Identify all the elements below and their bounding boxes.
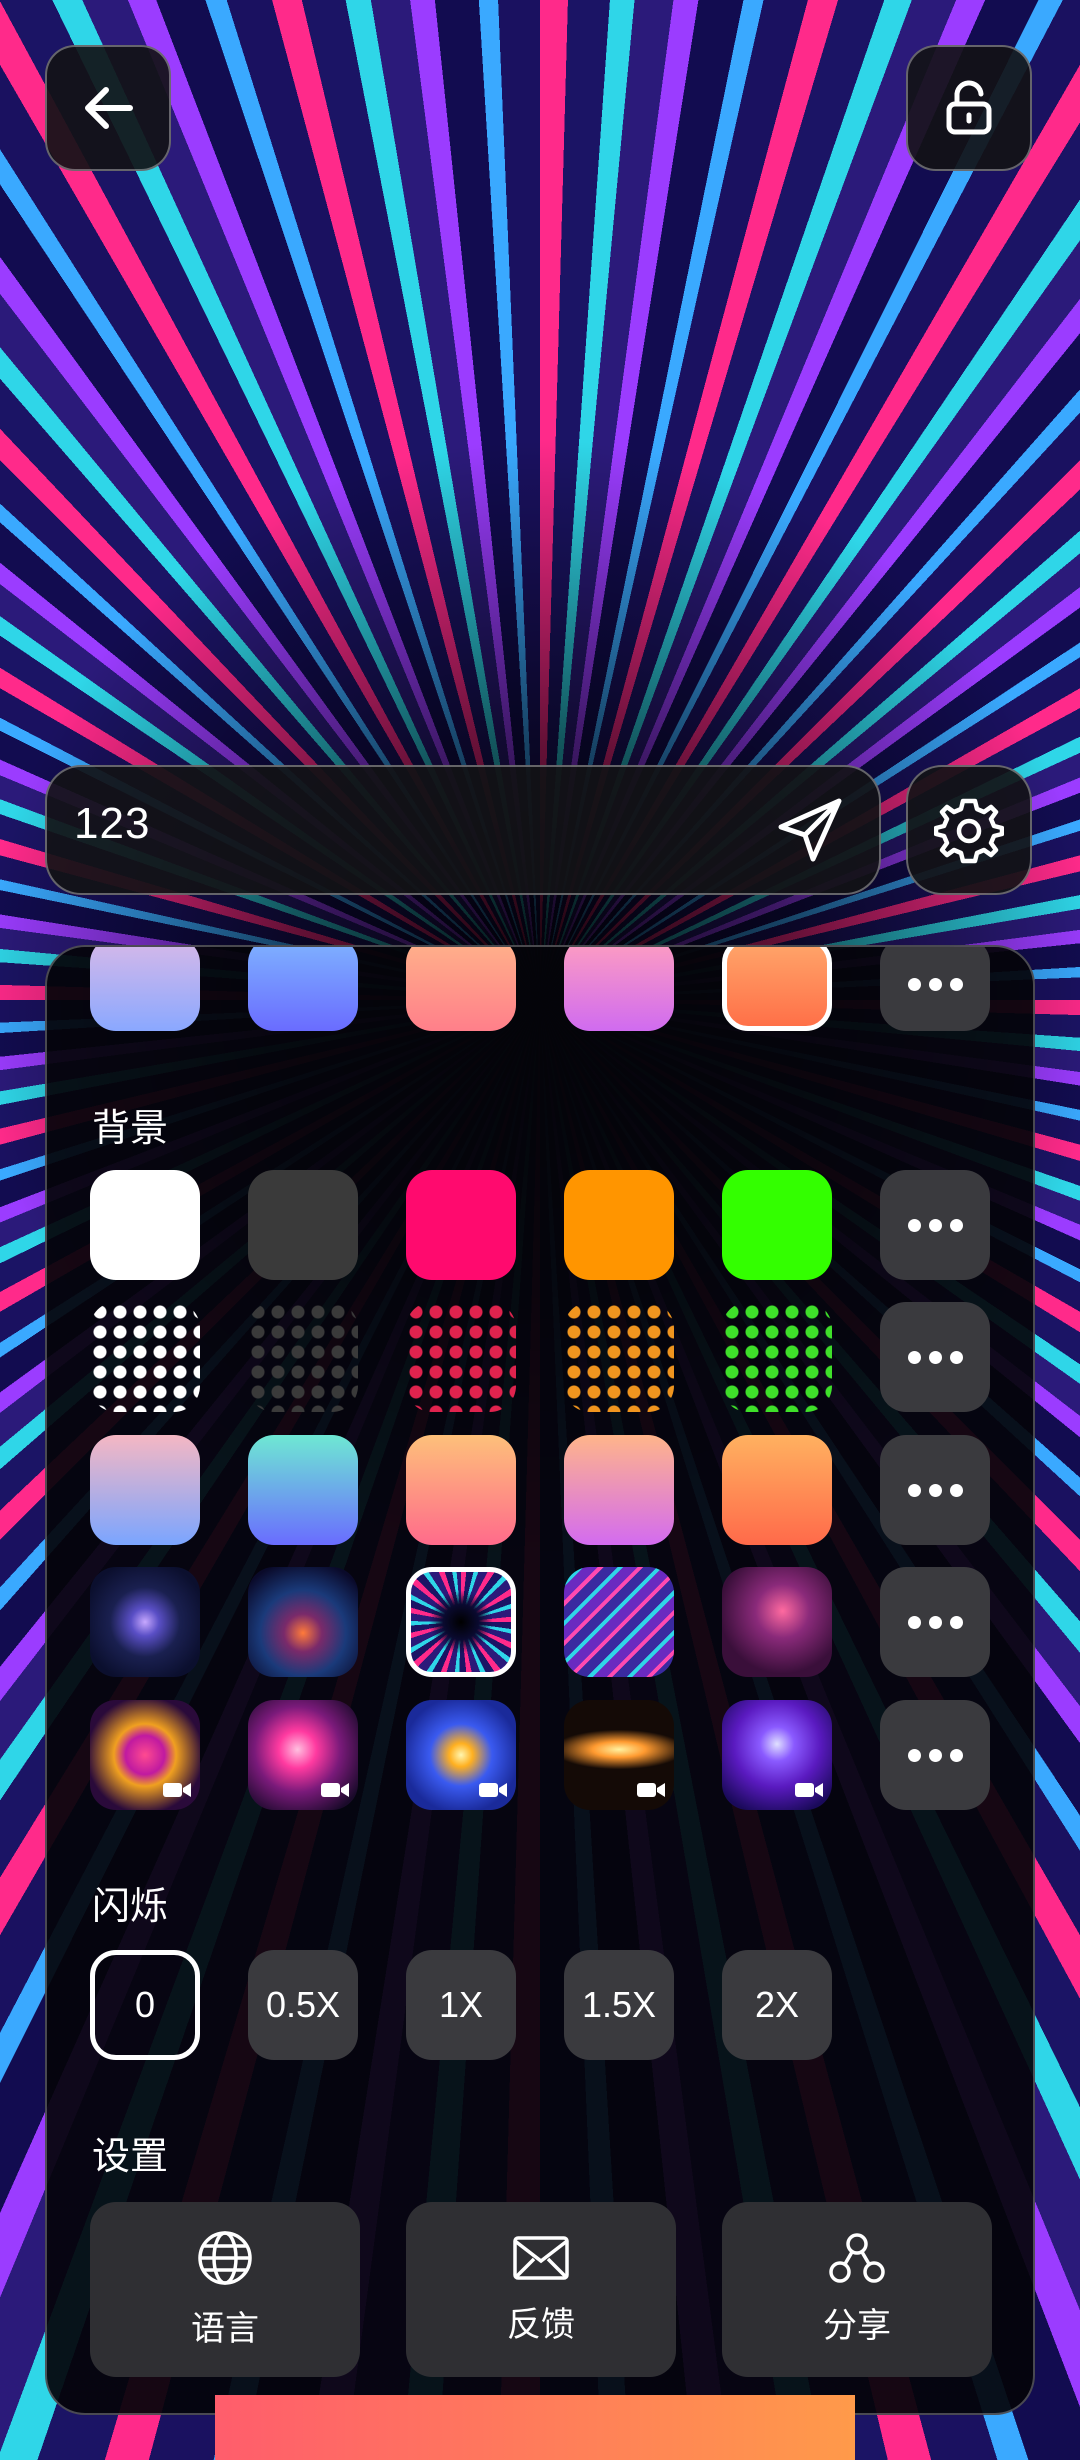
- bg-dots-gray[interactable]: [248, 1302, 358, 1412]
- bg-solid-gray[interactable]: [248, 1170, 358, 1280]
- flash-option-0[interactable]: 0: [90, 1950, 200, 2060]
- share-button[interactable]: 分享: [722, 2202, 992, 2377]
- style-panel: 背景 闪烁 0 0.5X 1X 1.5X 2X 设置 语言 反馈 分享: [45, 945, 1035, 2415]
- bg-animation-thumbnail[interactable]: [564, 1567, 674, 1677]
- video-camera-icon: [163, 1783, 191, 1797]
- bg-gradient-swatch[interactable]: [90, 1435, 200, 1545]
- back-button[interactable]: [45, 45, 171, 171]
- more-dots-icon: [907, 1218, 963, 1232]
- text-input-bar[interactable]: 123: [45, 765, 881, 895]
- bg-animation-thumbnail[interactable]: [90, 1567, 200, 1677]
- bg-dots-white[interactable]: [90, 1302, 200, 1412]
- more-dotted-backgrounds-button[interactable]: [880, 1302, 990, 1412]
- bg-video-thumbnail[interactable]: [248, 1700, 358, 1810]
- bg-gradient-swatch[interactable]: [406, 1435, 516, 1545]
- bg-solid-orange[interactable]: [564, 1170, 674, 1280]
- bg-video-thumbnail[interactable]: [564, 1700, 674, 1810]
- bottom-color-strip: [215, 2395, 855, 2460]
- bg-solid-white[interactable]: [90, 1170, 200, 1280]
- more-animated-backgrounds-button[interactable]: [880, 1567, 990, 1677]
- more-solid-backgrounds-button[interactable]: [880, 1170, 990, 1280]
- bg-animation-thumbnail[interactable]: [248, 1567, 358, 1677]
- video-camera-icon: [321, 1783, 349, 1797]
- language-button[interactable]: 语言: [90, 2202, 360, 2377]
- text-input[interactable]: 123: [74, 799, 150, 849]
- language-label: 语言: [191, 2309, 259, 2349]
- video-camera-icon: [637, 1783, 665, 1797]
- bg-video-thumbnail[interactable]: [406, 1700, 516, 1810]
- text-color-swatch[interactable]: [90, 947, 200, 1031]
- bg-dots-green[interactable]: [722, 1302, 832, 1412]
- more-dots-icon: [907, 1483, 963, 1497]
- bg-video-thumbnail[interactable]: [722, 1700, 832, 1810]
- arrow-left-icon: [85, 87, 133, 129]
- share-icon: [829, 2233, 885, 2283]
- more-dots-icon: [907, 1615, 963, 1629]
- unlock-icon: [946, 80, 992, 135]
- lock-button[interactable]: [906, 45, 1032, 171]
- feedback-button[interactable]: 反馈: [406, 2202, 676, 2377]
- text-color-swatch[interactable]: [248, 947, 358, 1031]
- more-text-colors-button[interactable]: [880, 947, 990, 1031]
- more-gradient-backgrounds-button[interactable]: [880, 1435, 990, 1545]
- bg-animation-thumbnail-selected[interactable]: [406, 1567, 516, 1677]
- flash-option-0.5x[interactable]: 0.5X: [248, 1950, 358, 2060]
- bg-dots-orange[interactable]: [564, 1302, 674, 1412]
- text-color-swatch[interactable]: [564, 947, 674, 1031]
- settings-button[interactable]: [906, 765, 1032, 895]
- more-video-backgrounds-button[interactable]: [880, 1700, 990, 1810]
- gear-icon: [934, 798, 1004, 864]
- video-camera-icon: [795, 1783, 823, 1797]
- text-color-swatch-selected[interactable]: [722, 947, 832, 1031]
- bg-video-thumbnail[interactable]: [90, 1700, 200, 1810]
- bg-solid-green[interactable]: [722, 1170, 832, 1280]
- background-section-title: 背景: [92, 1106, 169, 1150]
- bg-animation-thumbnail[interactable]: [722, 1567, 832, 1677]
- flash-option-1x[interactable]: 1X: [406, 1950, 516, 2060]
- video-camera-icon: [479, 1783, 507, 1797]
- bg-dots-red[interactable]: [406, 1302, 516, 1412]
- settings-section-title: 设置: [92, 2134, 169, 2178]
- bg-gradient-swatch[interactable]: [248, 1435, 358, 1545]
- text-color-swatch[interactable]: [406, 947, 516, 1031]
- bg-solid-pink[interactable]: [406, 1170, 516, 1280]
- more-dots-icon: [907, 1350, 963, 1364]
- globe-icon: [198, 2231, 252, 2285]
- feedback-label: 反馈: [507, 2305, 575, 2345]
- more-dots-icon: [907, 1748, 963, 1762]
- bg-gradient-swatch[interactable]: [564, 1435, 674, 1545]
- flash-option-2x[interactable]: 2X: [722, 1950, 832, 2060]
- mail-icon: [513, 2236, 569, 2280]
- more-dots-icon: [907, 977, 963, 991]
- flash-option-1.5x[interactable]: 1.5X: [564, 1950, 674, 2060]
- bg-gradient-swatch[interactable]: [722, 1435, 832, 1545]
- send-icon[interactable]: [773, 793, 849, 869]
- flash-section-title: 闪烁: [92, 1884, 169, 1928]
- share-label: 分享: [823, 2306, 891, 2346]
